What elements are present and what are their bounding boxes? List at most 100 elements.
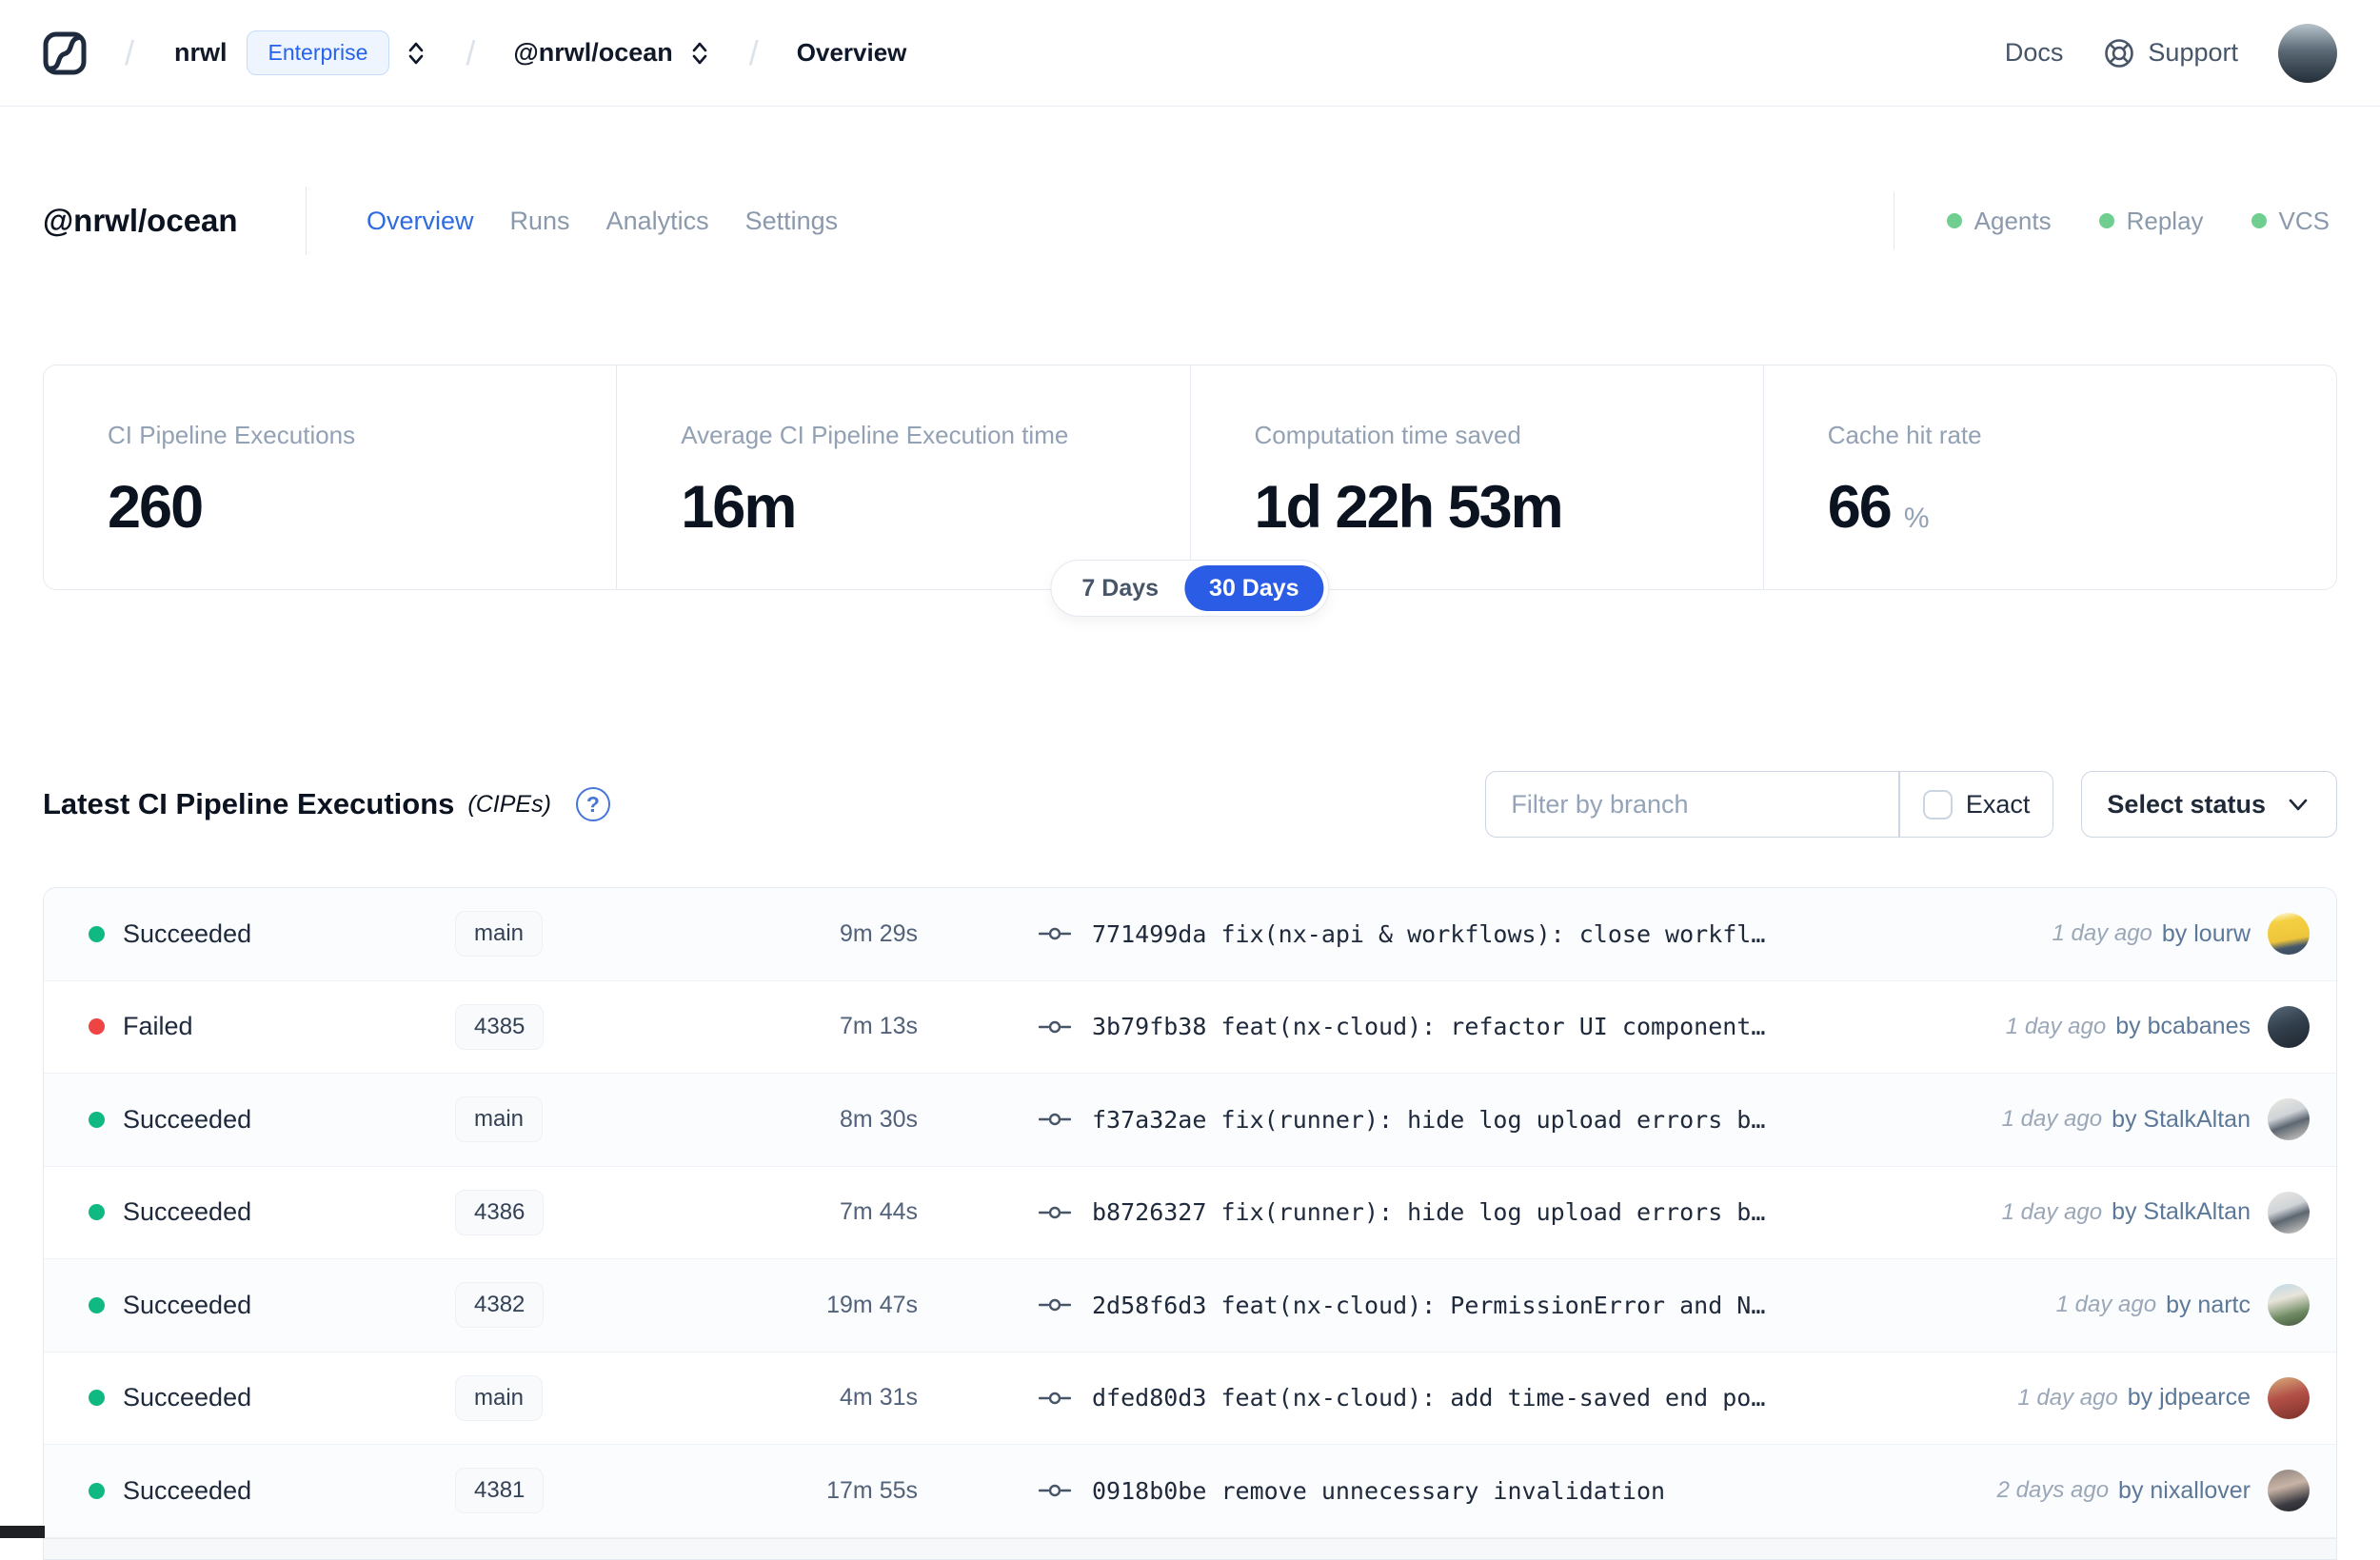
service-status-dot-icon	[2251, 213, 2267, 228]
cipe-meta-cell: 1 day ago by StalkAltan	[2002, 1098, 2336, 1141]
stats-cards: CI Pipeline Executions 260 Average CI Pi…	[43, 365, 2337, 617]
nx-cloud-logo-icon[interactable]	[43, 31, 87, 75]
cipe-duration-cell: 17m 55s	[826, 1476, 918, 1504]
workspace-header: @nrwl/ocean Overview Runs Analytics Sett…	[43, 183, 2337, 259]
commit-message: 0918b0be remove unnecessary invalidation	[1092, 1476, 1666, 1505]
breadcrumb-workspace[interactable]: @nrwl/ocean	[513, 38, 672, 68]
status-dot-icon	[89, 1018, 105, 1036]
exact-checkbox[interactable]	[1922, 789, 1953, 819]
author-name: by nixallover	[2118, 1476, 2251, 1504]
workspace-switcher-icon[interactable]	[688, 39, 711, 68]
table-footer-strip	[44, 1537, 2336, 1559]
plan-badge[interactable]: Enterprise	[246, 30, 390, 75]
status-label: Succeeded	[123, 1197, 252, 1227]
git-commit-icon	[1039, 1018, 1071, 1036]
author-avatar	[2268, 1191, 2310, 1234]
cipe-duration-cell: 8m 30s	[840, 1105, 918, 1133]
branch-chip: 4386	[455, 1189, 545, 1235]
branch-filter-group: Exact	[1485, 771, 2054, 838]
cipe-row[interactable]: Succeeded 4382 19m 47s 2d58f6d3 feat(nx-…	[44, 1259, 2336, 1353]
author-name: by jdpearce	[2127, 1384, 2251, 1412]
branch-chip: main	[455, 1096, 544, 1143]
docs-link[interactable]: Docs	[2005, 38, 2064, 68]
status-dot-icon	[89, 1111, 105, 1128]
cipe-commit-cell: 3b79fb38 feat(nx-cloud): refactor UI com…	[1039, 1013, 1765, 1040]
cipe-branch-cell: 4385	[455, 1003, 769, 1050]
cipe-section-header: Latest CI Pipeline Executions (CIPEs) ? …	[43, 771, 2337, 838]
support-link[interactable]: Support	[2103, 37, 2238, 69]
cipe-branch-cell: 4386	[455, 1189, 769, 1235]
cipe-table: Succeeded main 9m 29s 771499da fix(nx-ap…	[43, 887, 2337, 1560]
service-status-label: Replay	[2126, 206, 2204, 235]
exact-checkbox-wrap[interactable]: Exact	[1900, 789, 2053, 819]
status-label: Succeeded	[123, 1475, 252, 1505]
branch-filter-input[interactable]	[1486, 772, 1899, 837]
cipe-duration-cell: 4m 31s	[840, 1384, 918, 1412]
service-status-label: VCS	[2278, 206, 2330, 235]
cipe-row[interactable]: Succeeded main 4m 31s dfed80d3 feat(nx-c…	[44, 1352, 2336, 1445]
cipe-branch-cell: main	[455, 911, 769, 958]
workspace-tab[interactable]: Settings	[745, 207, 839, 236]
cipe-row[interactable]: Succeeded main 8m 30s f37a32ae fix(runne…	[44, 1074, 2336, 1167]
workspace-tab[interactable]: Analytics	[606, 207, 709, 236]
status-dot-icon	[89, 1482, 105, 1499]
status-select-dropdown[interactable]: Select status	[2081, 771, 2337, 838]
workspace-services: Agents Replay VCS	[1893, 192, 2337, 249]
breadcrumb-page: Overview	[796, 38, 907, 67]
branch-chip: main	[455, 911, 544, 958]
user-avatar[interactable]	[2278, 23, 2337, 83]
cipe-meta-cell: 1 day ago by lourw	[2052, 913, 2336, 956]
help-icon[interactable]: ?	[575, 787, 610, 821]
author-avatar	[2268, 1098, 2310, 1141]
service-status-item[interactable]: Replay	[2098, 206, 2204, 236]
workspace-tab[interactable]: Overview	[367, 207, 474, 236]
cipe-commit-cell: 771499da fix(nx-api & workflows): close …	[1039, 920, 1765, 948]
commit-message: b8726327 fix(runner): hide log upload er…	[1092, 1198, 1766, 1227]
status-label: Succeeded	[123, 1104, 252, 1134]
stat-card-suffix: %	[1903, 503, 1930, 534]
cipe-row[interactable]: Succeeded main 9m 29s 771499da fix(nx-ap…	[44, 888, 2336, 981]
author-avatar	[2268, 1284, 2310, 1327]
cipe-commit-cell: 2d58f6d3 feat(nx-cloud): PermissionError…	[1039, 1292, 1765, 1319]
stat-card-label: Average CI Pipeline Execution time	[681, 421, 1069, 449]
service-status-dot-icon	[2098, 213, 2114, 228]
cipe-meta-cell: 2 days ago by nixallover	[1997, 1470, 2336, 1512]
cipe-status-cell: Succeeded	[89, 1105, 455, 1135]
cipe-row[interactable]: Failed 4385 7m 13s 3b79fb38 feat(nx-clou…	[44, 980, 2336, 1074]
support-label: Support	[2148, 38, 2238, 67]
org-switcher-icon[interactable]	[405, 39, 427, 68]
cipe-status-cell: Succeeded	[89, 919, 455, 949]
cipe-duration-cell: 7m 44s	[840, 1198, 918, 1226]
branch-chip: 4385	[455, 1003, 545, 1050]
range-7-days[interactable]: 7 Days	[1056, 575, 1184, 602]
workspace-tabs: Overview Runs Analytics Settings	[367, 207, 838, 236]
breadcrumb-org[interactable]: nrwl	[174, 38, 228, 68]
service-status-item[interactable]: Agents	[1946, 207, 2052, 236]
cipe-branch-cell: main	[455, 1096, 769, 1143]
stat-card: Cache hit rate 66%	[1762, 365, 2336, 589]
cipe-duration-cell: 9m 29s	[840, 919, 918, 947]
stat-card-label: Computation time saved	[1254, 421, 1521, 449]
stat-card: Average CI Pipeline Execution time 16m	[616, 365, 1189, 589]
author-name: by bcabanes	[2115, 1013, 2251, 1040]
cipe-row[interactable]: Succeeded 4386 7m 44s b8726327 fix(runne…	[44, 1166, 2336, 1259]
service-status-item[interactable]: VCS	[2251, 207, 2330, 236]
workspace-title: @nrwl/ocean	[43, 203, 238, 238]
status-dot-icon	[89, 925, 105, 942]
time-ago: 1 day ago	[2055, 1292, 2157, 1318]
workspace-tab[interactable]: Runs	[510, 207, 570, 236]
top-bar: / nrwl Enterprise / @nrwl/ocean / Overvi…	[0, 0, 2380, 107]
chevron-down-icon	[2285, 791, 2311, 818]
cipe-meta-cell: 1 day ago by StalkAltan	[2002, 1191, 2336, 1234]
cipe-meta-cell: 1 day ago by nartc	[2055, 1284, 2336, 1327]
range-30-days[interactable]: 30 Days	[1184, 565, 1324, 611]
cipe-row[interactable]: Succeeded 4381 17m 55s 0918b0be remove u…	[44, 1445, 2336, 1538]
stat-card-label: Cache hit rate	[1827, 421, 1982, 449]
commit-message: 771499da fix(nx-api & workflows): close …	[1092, 919, 1766, 948]
divider	[306, 187, 307, 255]
breadcrumb-separator: /	[125, 32, 135, 72]
git-commit-icon	[1039, 1390, 1071, 1407]
branch-chip: main	[455, 1374, 544, 1421]
cipe-commit-cell: b8726327 fix(runner): hide log upload er…	[1039, 1198, 1765, 1226]
cipe-meta-cell: 1 day ago by bcabanes	[2006, 1005, 2336, 1048]
